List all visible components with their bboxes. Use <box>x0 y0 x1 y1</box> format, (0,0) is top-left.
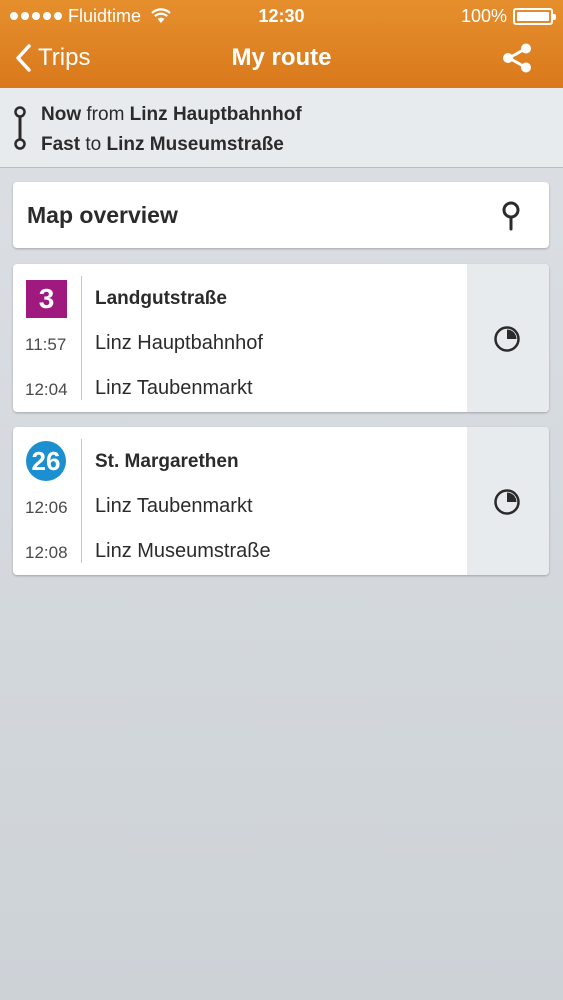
status-bar: Fluidtime 12:30 100% <box>0 0 563 32</box>
map-overview-button[interactable]: Map overview <box>13 182 549 248</box>
route-summary: Now from Linz Hauptbahnhof Fast to Linz … <box>0 88 563 168</box>
battery-percent: 100% <box>460 6 507 26</box>
summary-mode: Fast <box>41 134 81 155</box>
departure-timer-button[interactable] <box>467 427 549 575</box>
leg-destination: St. Margarethen <box>95 451 239 472</box>
route-line-icon <box>14 106 26 150</box>
arrival-stop: Linz Museumstraße <box>95 540 271 562</box>
departure-timer-button[interactable] <box>467 264 549 412</box>
battery-icon <box>513 7 556 25</box>
header-bar: Fluidtime 12:30 100% Trips My route <box>0 0 563 88</box>
leg-divider <box>81 276 82 400</box>
leg-destination: Landgutstraße <box>95 288 227 309</box>
line-badge: 26 <box>26 441 66 481</box>
summary-destination: Fast to Linz Museumstraße <box>41 134 284 156</box>
summary-destination-place: Linz Museumstraße <box>106 134 284 155</box>
map-pin-icon <box>502 201 520 231</box>
summary-to: to <box>85 134 102 155</box>
arrival-stop: Linz Taubenmarkt <box>95 377 253 399</box>
departure-stop: Linz Taubenmarkt <box>95 495 253 517</box>
timer-icon <box>494 326 520 352</box>
trip-leg: 3 Landgutstraße 11:57 Linz Hauptbahnhof … <box>13 264 549 412</box>
arrival-time: 12:04 <box>25 380 68 399</box>
trip-leg: 26 St. Margarethen 12:06 Linz Taubenmark… <box>13 427 549 575</box>
departure-time: 11:57 <box>25 335 67 354</box>
leg-divider <box>81 439 82 563</box>
status-right: 100% <box>460 0 556 32</box>
map-overview-label: Map overview <box>27 202 178 228</box>
summary-when: Now <box>41 104 82 125</box>
share-icon[interactable] <box>501 42 533 74</box>
arrival-time: 12:08 <box>25 543 68 562</box>
line-badge: 3 <box>26 280 67 318</box>
departure-time: 12:06 <box>25 498 68 517</box>
navigation-bar: Trips My route <box>0 32 563 88</box>
summary-origin: Now from Linz Hauptbahnhof <box>41 104 302 126</box>
timer-icon <box>494 489 520 515</box>
departure-stop: Linz Hauptbahnhof <box>95 332 263 354</box>
summary-from: from <box>86 104 125 125</box>
summary-origin-place: Linz Hauptbahnhof <box>129 104 302 125</box>
page-title: My route <box>231 44 332 71</box>
